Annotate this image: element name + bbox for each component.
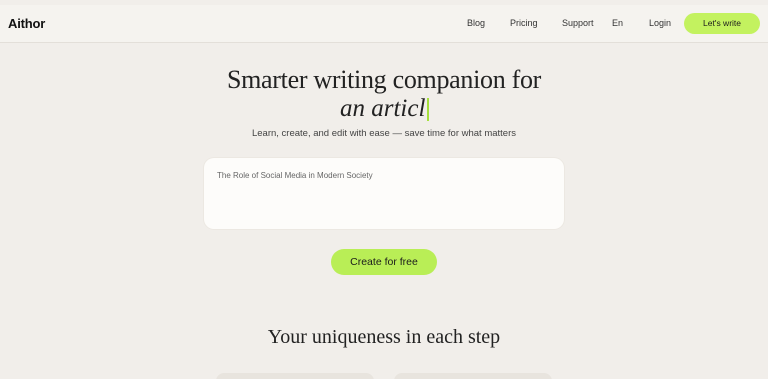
nav-login[interactable]: Login <box>649 18 671 28</box>
lets-write-button[interactable]: Let's write <box>684 13 760 34</box>
typing-caret <box>427 98 429 121</box>
section-title: Your uniqueness in each step <box>267 326 501 348</box>
logo[interactable]: Aithor <box>8 16 45 31</box>
nav-blog[interactable]: Blog <box>467 18 485 28</box>
bottom-edge <box>0 379 768 385</box>
top-nav-bar: Aithor Blog Pricing Support En Login Let… <box>0 5 768 43</box>
topic-input[interactable]: The Role of Social Media in Modern Socie… <box>217 171 373 180</box>
page: Aithor Blog Pricing Support En Login Let… <box>0 0 768 385</box>
hero-title-typed: an articl <box>340 95 426 122</box>
topic-input-card[interactable]: The Role of Social Media in Modern Socie… <box>204 158 564 229</box>
language-selector[interactable]: En <box>612 18 623 28</box>
nav-support[interactable]: Support <box>562 18 594 28</box>
nav-pricing[interactable]: Pricing <box>510 18 538 28</box>
hero-subtitle: Learn, create, and edit with ease — save… <box>251 128 516 139</box>
create-for-free-button[interactable]: Create for free <box>331 249 437 275</box>
hero-title: Smarter writing companion for <box>226 65 542 94</box>
